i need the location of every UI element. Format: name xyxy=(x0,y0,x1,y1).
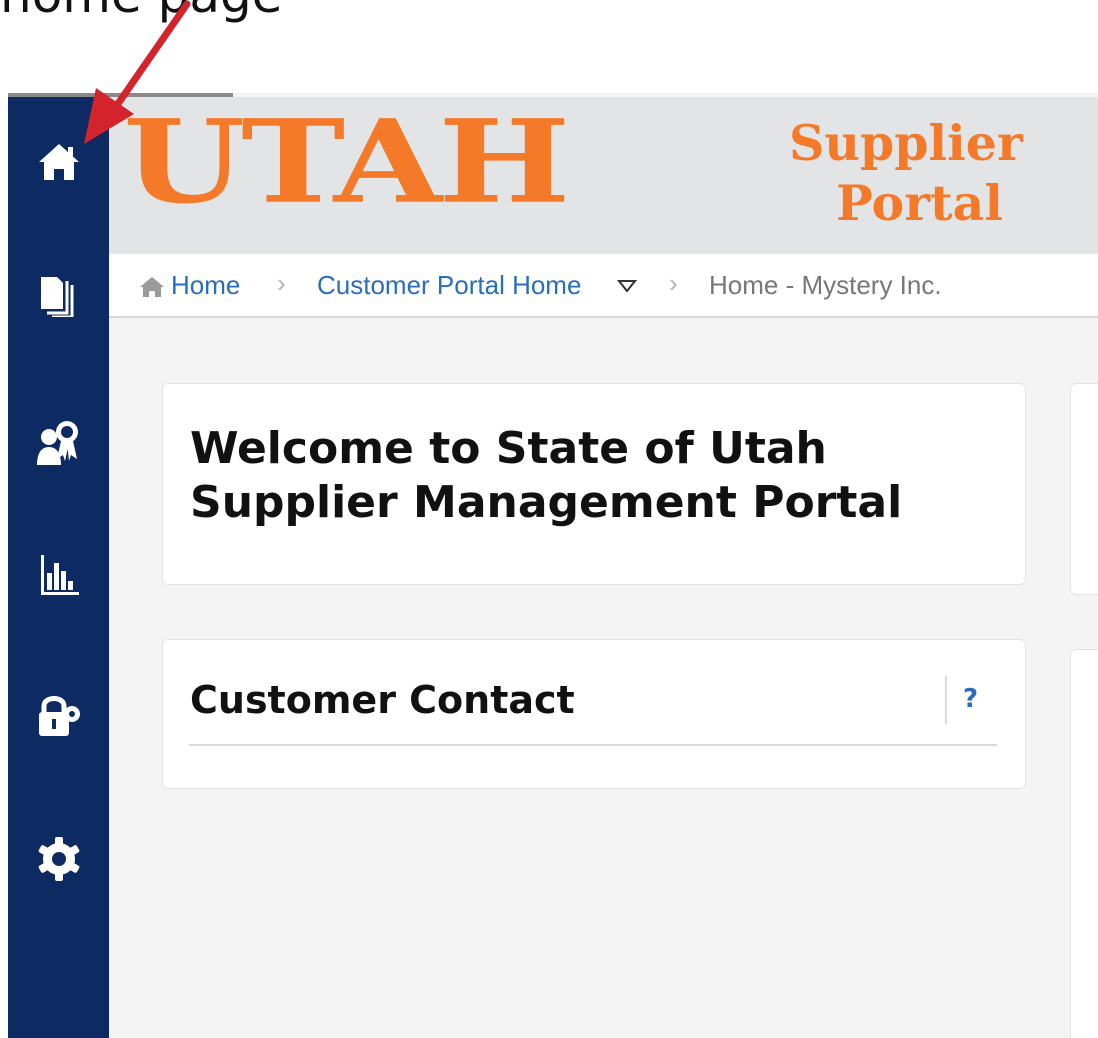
sidebar-item-security[interactable] xyxy=(8,675,109,755)
logo-utah[interactable]: UTAH xyxy=(123,105,571,220)
right-card-bottom xyxy=(1070,649,1098,1038)
home-icon xyxy=(38,144,79,180)
settings-gear-icon xyxy=(38,837,79,881)
sidebar-item-settings[interactable] xyxy=(8,819,109,899)
certified-user-icon xyxy=(36,421,78,465)
bar-chart-icon xyxy=(40,555,79,595)
breadcrumb-current: Home - Mystery Inc. xyxy=(709,270,942,300)
sidebar-item-certifications[interactable] xyxy=(8,403,109,483)
documents-icon xyxy=(40,277,73,317)
breadcrumb-home-icon[interactable] xyxy=(139,276,165,298)
sidebar-item-documents[interactable] xyxy=(8,253,109,333)
breadcrumb-customer-portal-link[interactable]: Customer Portal Home xyxy=(317,270,581,301)
chevron-right-icon: › xyxy=(277,268,286,298)
sidebar-item-reports[interactable] xyxy=(8,535,109,615)
help-icon[interactable]: ? xyxy=(963,684,978,714)
header-banner: UTAH Supplier Portal xyxy=(109,97,1098,254)
chevron-right-icon: › xyxy=(669,268,678,298)
header-separator xyxy=(945,676,947,724)
logo-supplier-text: Supplier xyxy=(789,114,1023,172)
welcome-title: Welcome to State of Utah Supplier Manage… xyxy=(190,423,903,528)
logo-portal-text: Portal xyxy=(836,174,1004,232)
customer-contact-title: Customer Contact xyxy=(190,678,575,722)
annotation-caption: home page xyxy=(0,0,283,20)
triangle-down-icon[interactable] xyxy=(617,279,637,293)
breadcrumb: Home › Customer Portal Home › Home - Mys… xyxy=(109,254,1098,318)
lock-gear-icon xyxy=(38,696,80,736)
card-divider xyxy=(189,744,997,746)
breadcrumb-home-link[interactable]: Home xyxy=(171,270,240,301)
sidebar xyxy=(8,97,109,1038)
customer-contact-card: Customer Contact ? xyxy=(162,639,1026,789)
sidebar-item-home[interactable] xyxy=(8,122,109,202)
app-window: UTAH Supplier Portal Home › Customer Por… xyxy=(8,93,1098,1038)
welcome-card: Welcome to State of Utah Supplier Manage… xyxy=(162,383,1026,585)
right-card-top xyxy=(1070,383,1098,595)
